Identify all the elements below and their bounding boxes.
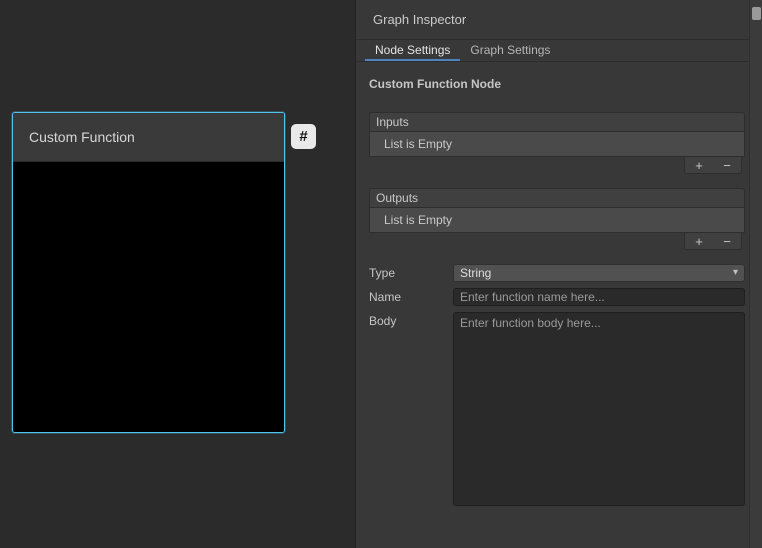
inputs-list-header-label: Inputs	[376, 115, 409, 129]
type-dropdown-value: String	[460, 266, 491, 280]
body-label: Body	[369, 312, 453, 328]
type-dropdown[interactable]: String ▾	[453, 264, 745, 282]
tab-node-settings[interactable]: Node Settings	[365, 40, 460, 61]
type-label: Type	[369, 264, 453, 280]
inputs-list-empty-row: List is Empty	[369, 132, 745, 157]
inputs-list-header: Inputs	[369, 112, 745, 132]
inputs-list-footer: + −	[369, 157, 745, 175]
name-field-row: Name	[369, 288, 745, 306]
function-name-input[interactable]	[453, 288, 745, 306]
node-preview-body	[13, 162, 284, 433]
inspector-content: Custom Function Node Inputs List is Empt…	[356, 62, 762, 506]
inputs-remove-button[interactable]: −	[717, 159, 737, 172]
hash-badge-button[interactable]: #	[291, 124, 316, 149]
outputs-add-button[interactable]: +	[689, 235, 709, 248]
custom-function-node[interactable]: Custom Function	[12, 112, 285, 433]
function-body-textarea[interactable]	[453, 312, 745, 506]
outputs-list-footer: + −	[369, 233, 745, 251]
outputs-remove-button[interactable]: −	[717, 235, 737, 248]
body-field-row: Body	[369, 312, 745, 506]
outputs-empty-label: List is Empty	[384, 213, 452, 227]
outputs-footer-bar: + −	[684, 233, 742, 250]
name-label: Name	[369, 288, 453, 304]
scrollbar-thumb[interactable]	[752, 7, 761, 20]
inputs-list: Inputs List is Empty + −	[369, 112, 745, 175]
inspector-header: Graph Inspector	[356, 0, 762, 40]
node-section-title: Custom Function Node	[369, 77, 745, 91]
node-header[interactable]: Custom Function	[13, 113, 284, 162]
graph-inspector-panel: Graph Inspector Node Settings Graph Sett…	[355, 0, 762, 548]
outputs-list-empty-row: List is Empty	[369, 208, 745, 233]
inputs-add-button[interactable]: +	[689, 159, 709, 172]
graph-canvas[interactable]: Custom Function #	[0, 0, 355, 548]
inputs-empty-label: List is Empty	[384, 137, 452, 151]
outputs-list-header: Outputs	[369, 188, 745, 208]
vertical-scrollbar[interactable]	[749, 0, 762, 548]
panel-title: Graph Inspector	[373, 12, 466, 27]
outputs-list: Outputs List is Empty + −	[369, 188, 745, 251]
inspector-tabs: Node Settings Graph Settings	[356, 40, 762, 62]
tab-graph-settings[interactable]: Graph Settings	[460, 40, 560, 61]
type-field-row: Type String ▾	[369, 264, 745, 282]
outputs-list-header-label: Outputs	[376, 191, 418, 205]
inputs-footer-bar: + −	[684, 157, 742, 174]
chevron-down-icon: ▾	[733, 268, 738, 278]
node-title: Custom Function	[29, 129, 135, 145]
